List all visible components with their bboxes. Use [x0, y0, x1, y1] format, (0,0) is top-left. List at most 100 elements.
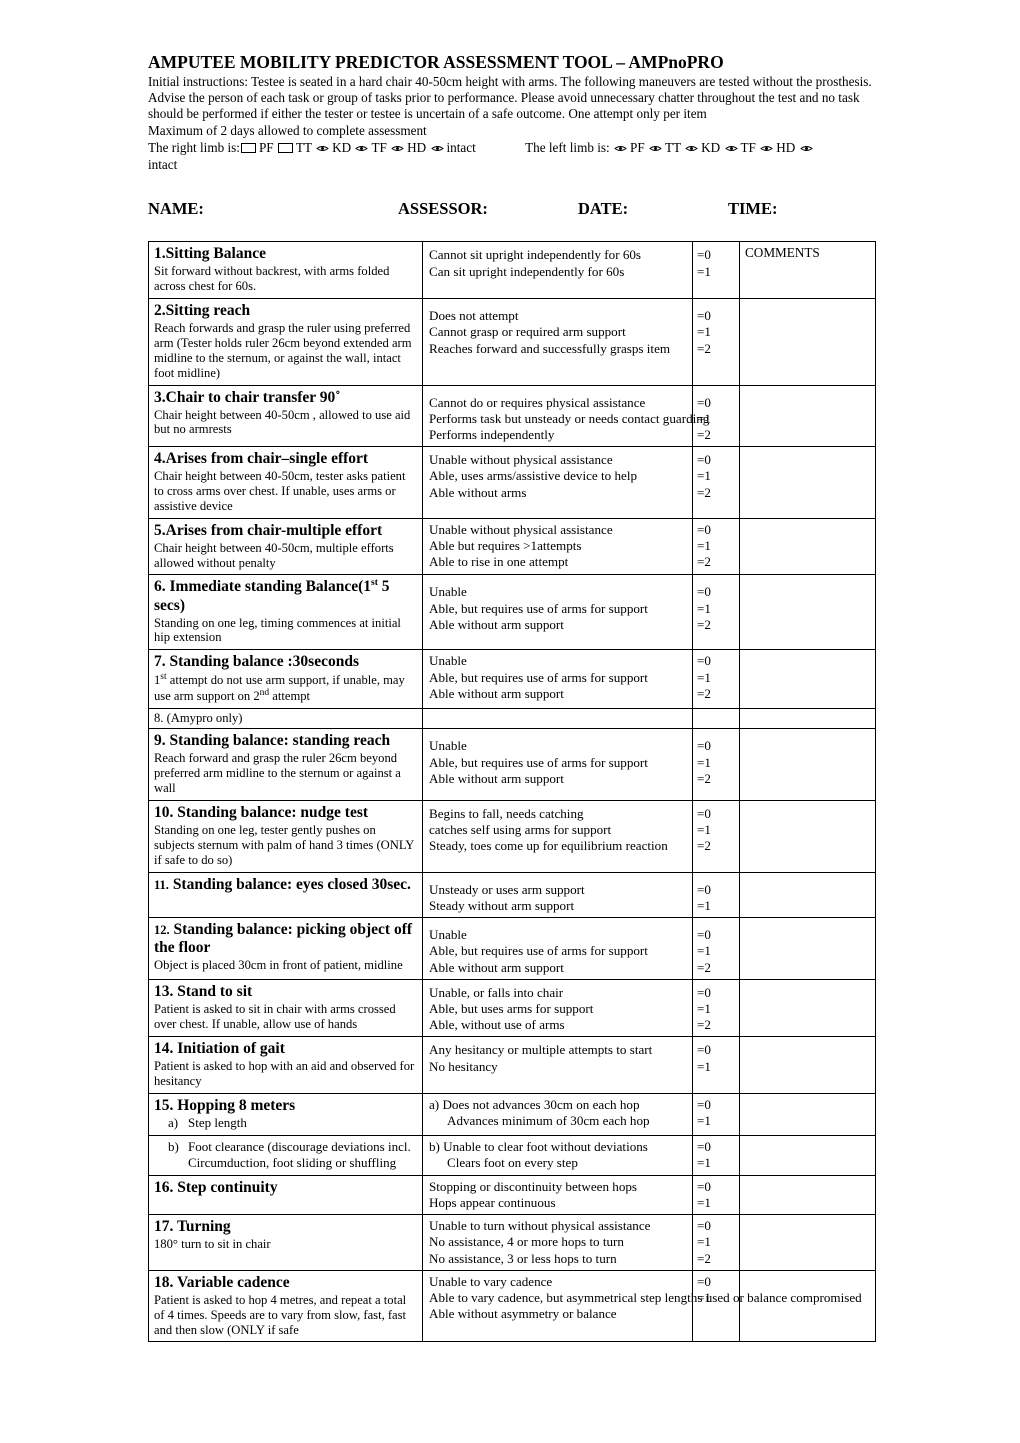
comments-cell[interactable] — [739, 1214, 876, 1271]
score-cell[interactable]: =0 =1 =2 — [692, 574, 740, 651]
sub-item-b-label: b) — [168, 1138, 179, 1154]
score-cell[interactable]: =0 =1 — [692, 871, 740, 919]
comments-cell[interactable] — [739, 1093, 876, 1136]
score-value: =1 — [697, 1155, 711, 1171]
comments-cell[interactable] — [739, 574, 876, 651]
eye-icon[interactable] — [430, 144, 444, 153]
score-cell[interactable]: =0 =1 =2 — [692, 917, 740, 980]
eye-icon[interactable] — [391, 144, 404, 153]
option-text: Unable — [429, 653, 467, 669]
right-limb-option-tt[interactable]: TT — [296, 140, 312, 155]
left-limb-option-tf[interactable]: TF — [741, 140, 756, 155]
option-text: Steady, toes come up for equilibrium rea… — [429, 838, 668, 854]
comments-cell[interactable] — [739, 1174, 876, 1216]
eye-icon[interactable] — [614, 144, 627, 153]
score-cell[interactable]: =0 =1 =2 — [692, 298, 740, 386]
comments-cell[interactable] — [739, 384, 876, 448]
score-cell[interactable]: =0 =1 — [692, 1134, 740, 1176]
task-description: Sit forward without backrest, with arms … — [154, 264, 390, 294]
right-limb-option-kd[interactable]: KD — [332, 140, 351, 155]
score-cell[interactable]: =0 =1 — [692, 1093, 740, 1136]
task-title: 1.Sitting Balance — [154, 245, 266, 263]
comments-cell[interactable] — [739, 1134, 876, 1176]
score-value: =0 — [697, 521, 711, 537]
score-cell[interactable]: =0 =1 =2 — [692, 517, 740, 576]
comments-cell[interactable] — [739, 517, 876, 576]
left-limb-option-kd[interactable]: KD — [701, 140, 720, 155]
score-cell[interactable]: =0 =1 =2 — [692, 384, 740, 448]
score-value: =2 — [697, 427, 711, 443]
left-limb-option-hd[interactable]: HD — [776, 140, 795, 155]
table-row: 10. Standing balance: nudge test Standin… — [148, 800, 876, 873]
right-limb-option-intact[interactable]: intact — [447, 140, 476, 155]
left-limb-option-pf[interactable]: PF — [630, 140, 645, 155]
eye-icon[interactable] — [649, 144, 662, 153]
score-cell[interactable]: =0 =1 — [692, 1269, 740, 1343]
options-cell: Begins to fall, needs catching catches s… — [422, 800, 693, 873]
option-text: Any hesitancy or multiple attempts to st… — [429, 1042, 653, 1058]
table-row: 18. Variable cadence Patient is asked to… — [148, 1269, 876, 1343]
score-cell[interactable]: =0 =1 =2 — [692, 978, 740, 1038]
score-cell[interactable]: =0 =1 =2 — [692, 446, 740, 519]
comments-cell[interactable] — [739, 871, 876, 919]
score-value: =1 — [697, 1234, 711, 1250]
comments-cell[interactable] — [739, 917, 876, 980]
comments-cell[interactable] — [739, 446, 876, 519]
score-value: =1 — [697, 538, 711, 554]
score-cell[interactable]: =0 =1 — [692, 1174, 740, 1216]
eye-icon[interactable] — [685, 144, 698, 153]
comments-cell[interactable] — [739, 800, 876, 873]
task-title: 15. Hopping 8 meters — [154, 1097, 296, 1115]
eye-icon[interactable] — [799, 144, 813, 153]
score-value: =0 — [697, 984, 711, 1000]
score-cell[interactable]: =0 =1 =2 — [692, 1214, 740, 1271]
task-title: 9. Standing balance: standing reach — [154, 732, 391, 750]
comments-cell[interactable] — [739, 708, 876, 730]
eye-icon[interactable] — [355, 144, 369, 153]
field-label-assessor: ASSESSOR: — [398, 199, 488, 219]
right-limb-option-tf[interactable]: TF — [371, 140, 386, 155]
score-value: =0 — [697, 1097, 711, 1113]
options-cell: Unable Able, but requires use of arms fo… — [422, 917, 693, 980]
comments-cell[interactable] — [739, 978, 876, 1038]
option-text: Able, uses arms/assistive device to help — [429, 468, 637, 484]
score-value: =2 — [697, 1017, 711, 1033]
table-row: 17. Turning 180° turn to sit in chair Un… — [148, 1214, 876, 1271]
score-value: =1 — [697, 822, 711, 838]
option-text: Able without arms — [429, 484, 527, 500]
left-limb-option-intact[interactable]: intact — [148, 157, 177, 172]
option-text: Advances minimum of 30cm each hop — [447, 1113, 650, 1129]
task-cell: 2.Sitting reach Reach forwards and grasp… — [148, 298, 423, 386]
score-cell[interactable]: =0 =1 — [692, 241, 740, 300]
task-cell: 6. Immediate standing Balance(1st 5 secs… — [148, 574, 423, 651]
eye-icon[interactable] — [724, 144, 738, 153]
option-text: No hesitancy — [429, 1058, 498, 1074]
score-cell[interactable] — [692, 708, 740, 730]
option-text: Begins to fall, needs catching — [429, 806, 584, 822]
eye-icon[interactable] — [316, 144, 329, 153]
score-cell[interactable]: =0 =1 =2 — [692, 649, 740, 710]
eye-icon[interactable] — [760, 144, 773, 153]
comments-cell[interactable] — [739, 1036, 876, 1095]
score-value: =2 — [697, 959, 711, 975]
comments-cell[interactable] — [739, 1269, 876, 1343]
comments-cell[interactable] — [739, 728, 876, 802]
score-cell[interactable]: =0 =1 — [692, 1036, 740, 1095]
left-limb-option-tt[interactable]: TT — [665, 140, 681, 155]
sub-item-a-label: a) — [168, 1115, 179, 1131]
checkbox-icon[interactable] — [277, 143, 293, 154]
page-title: AMPUTEE MOBILITY PREDICTOR ASSESSMENT TO… — [148, 52, 724, 72]
right-limb-option-hd[interactable]: HD — [407, 140, 426, 155]
score-value: =1 — [697, 754, 711, 770]
comments-cell[interactable] — [739, 649, 876, 710]
field-label-time: TIME: — [728, 199, 778, 219]
score-value: =1 — [697, 669, 711, 685]
comments-cell[interactable]: COMMENTS — [739, 241, 876, 300]
score-cell[interactable]: =0 =1 =2 — [692, 800, 740, 873]
score-value: =1 — [697, 263, 711, 279]
score-cell[interactable]: =0 =1 =2 — [692, 728, 740, 802]
comments-cell[interactable] — [739, 298, 876, 386]
right-limb-option-pf[interactable]: PF — [259, 140, 274, 155]
options-cell: b) Unable to clear foot without deviatio… — [422, 1134, 693, 1176]
checkbox-icon[interactable] — [240, 143, 256, 154]
